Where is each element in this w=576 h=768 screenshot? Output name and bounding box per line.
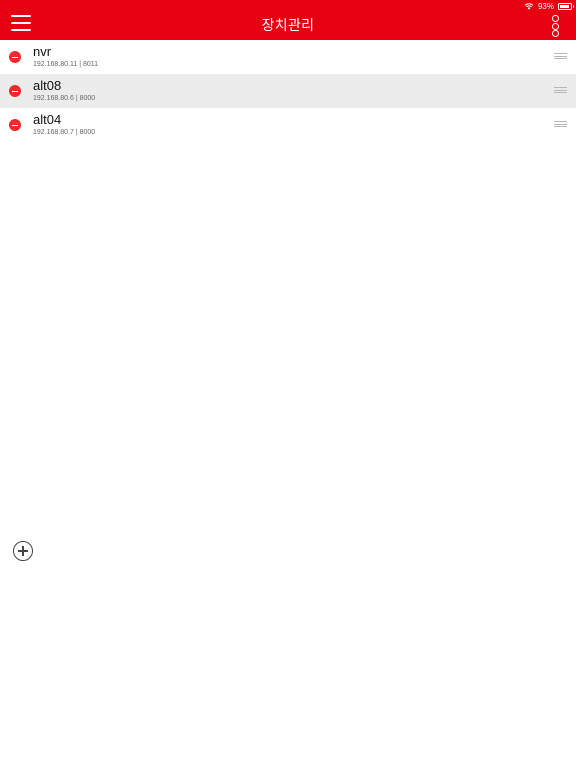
battery-percentage: 93% bbox=[537, 1, 554, 11]
handle-line bbox=[554, 89, 567, 91]
drag-handle-icon[interactable] bbox=[554, 53, 567, 59]
battery-level-fill bbox=[560, 4, 570, 8]
status-bar: 93% bbox=[524, 1, 574, 11]
device-ip: 192.168.80.7 bbox=[33, 129, 74, 136]
handle-line bbox=[554, 121, 567, 122]
app-root: 93% 장치관리 nvr 192.168.80.11 | 8011 alt08 … bbox=[0, 0, 576, 768]
plus-circle-icon[interactable] bbox=[13, 541, 33, 561]
device-address: 192.168.80.6 | 8000 bbox=[33, 95, 96, 102]
minus-circle-icon[interactable] bbox=[9, 119, 21, 131]
device-name: alt04 bbox=[33, 112, 62, 127]
vertical-more-icon[interactable] bbox=[551, 15, 561, 37]
device-list: nvr 192.168.80.11 | 8011 alt08 192.168.8… bbox=[0, 40, 576, 142]
page-title: 장치관리 bbox=[261, 17, 315, 33]
device-name: alt08 bbox=[33, 78, 62, 93]
device-port: 8011 bbox=[82, 61, 99, 68]
drag-handle-icon[interactable] bbox=[554, 121, 567, 127]
device-name: nvr bbox=[33, 44, 52, 59]
handle-line bbox=[554, 58, 567, 59]
more-dot bbox=[552, 30, 559, 37]
wifi-icon bbox=[524, 3, 534, 10]
handle-line bbox=[554, 53, 567, 54]
handle-line bbox=[554, 55, 567, 57]
handle-line bbox=[554, 87, 567, 88]
handle-line bbox=[554, 92, 567, 93]
device-ip: 192.168.80.6 bbox=[33, 95, 74, 102]
device-row[interactable]: nvr 192.168.80.11 | 8011 bbox=[0, 40, 576, 74]
device-address: 192.168.80.7 | 8000 bbox=[33, 129, 96, 136]
minus-circle-icon[interactable] bbox=[9, 85, 21, 97]
battery-icon bbox=[558, 2, 574, 10]
handle-line bbox=[554, 126, 567, 127]
device-port: 8000 bbox=[79, 95, 96, 102]
device-row[interactable]: alt04 192.168.80.7 | 8000 bbox=[0, 108, 576, 142]
device-port: 8000 bbox=[79, 129, 96, 136]
device-address: 192.168.80.11 | 8011 bbox=[33, 61, 99, 68]
minus-circle-icon[interactable] bbox=[9, 51, 21, 63]
handle-line bbox=[554, 123, 567, 125]
app-header: 93% 장치관리 bbox=[0, 0, 576, 40]
more-dot bbox=[552, 22, 559, 30]
drag-handle-icon[interactable] bbox=[554, 87, 567, 93]
device-ip: 192.168.80.11 bbox=[33, 61, 78, 68]
more-dot bbox=[552, 15, 559, 22]
device-row[interactable]: alt08 192.168.80.6 | 8000 bbox=[0, 74, 576, 108]
